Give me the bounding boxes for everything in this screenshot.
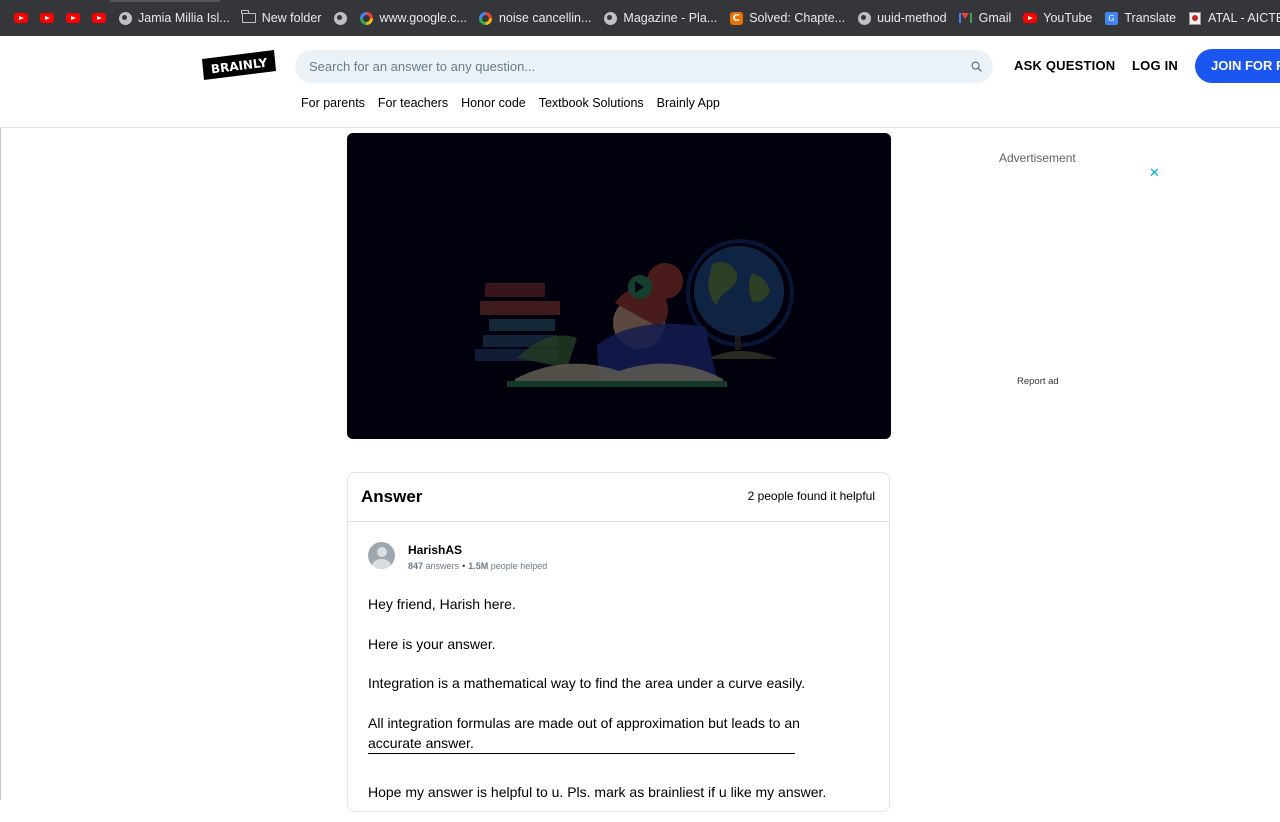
sub-navigation: For parents For teachers Honor code Text…	[301, 96, 720, 110]
nav-link-parents[interactable]: For parents	[301, 96, 365, 110]
answer-card: Answer 2 people found it helpful HarishA…	[347, 472, 890, 812]
google-icon	[359, 11, 373, 25]
search-bar[interactable]	[295, 50, 993, 83]
answers-label: answers	[425, 561, 460, 571]
bookmark-label: uuid-method	[877, 11, 947, 25]
youtube-icon	[92, 11, 106, 25]
atal-icon	[1188, 11, 1202, 25]
helped-label: people helped	[490, 561, 548, 571]
video-illustration	[347, 133, 891, 439]
ask-question-button[interactable]: ASK QUESTION	[1014, 58, 1115, 73]
bookmark-jamia[interactable]: Jamia Millia Isl...	[112, 4, 236, 32]
answer-paragraph: Here is your answer.	[368, 635, 496, 652]
nav-link-teachers[interactable]: For teachers	[378, 96, 448, 110]
answer-paragraph: Integration is a mathematical way to fin…	[368, 675, 806, 691]
answer-title: Answer	[361, 487, 423, 506]
bookmark-label: New folder	[261, 11, 322, 25]
bookmark-label: Translate	[1124, 11, 1177, 25]
translate-icon: G	[1104, 11, 1118, 25]
page-edge	[0, 128, 1, 800]
close-icon[interactable]: ✕	[1149, 166, 1160, 181]
bookmark-youtube[interactable]: YouTube	[1017, 4, 1098, 32]
video-player[interactable]	[347, 133, 891, 439]
answer-paragraph: Hey friend, Harish here.	[368, 596, 516, 612]
bookmark-youtube-1[interactable]	[8, 4, 34, 32]
bookmark-noise-cancelling[interactable]: noise cancellin...	[473, 4, 597, 32]
active-tab-edge	[110, 0, 220, 2]
bookmark-youtube-4[interactable]	[86, 4, 112, 32]
bookmark-label: YouTube	[1043, 11, 1093, 25]
separator-dot: •	[462, 561, 466, 571]
bookmark-globe[interactable]	[327, 4, 353, 32]
answer-card-header: Answer 2 people found it helpful	[348, 473, 889, 522]
login-button[interactable]: LOG IN	[1132, 58, 1178, 73]
youtube-icon	[40, 11, 54, 25]
globe-icon	[118, 11, 132, 25]
bookmark-youtube-3[interactable]	[60, 4, 86, 32]
answer-body: Hey friend, Harish here. Here is your an…	[368, 594, 848, 822]
bookmark-label: Jamia Millia Isl...	[138, 11, 230, 25]
bookmark-label: Solved: Chapte...	[749, 11, 846, 25]
google-icon	[479, 11, 493, 25]
nav-link-honor-code[interactable]: Honor code	[461, 96, 526, 110]
globe-icon	[857, 11, 871, 25]
bookmark-new-folder[interactable]: New folder	[236, 4, 328, 32]
bookmarks-bar: Jamia Millia Isl... New folder www.googl…	[0, 0, 1280, 36]
report-ad-link[interactable]: Report ad	[1017, 376, 1059, 387]
youtube-icon	[66, 11, 80, 25]
advertisement-label: Advertisement	[999, 151, 1076, 165]
gmail-icon	[959, 11, 973, 25]
search-input[interactable]	[309, 59, 949, 74]
nav-link-textbook-solutions[interactable]: Textbook Solutions	[539, 96, 644, 110]
bookmark-label: www.google.c...	[379, 11, 467, 25]
answerer-name[interactable]: HarishAS	[408, 543, 462, 557]
bookmark-uuid[interactable]: uuid-method	[851, 4, 953, 32]
brainly-logo[interactable]: BRAINLY	[202, 50, 276, 80]
helped-count: 1.5M	[468, 561, 489, 571]
bookmark-chegg[interactable]: C Solved: Chapte...	[723, 4, 851, 32]
bookmark-youtube-2[interactable]	[34, 4, 60, 32]
youtube-icon	[1023, 11, 1038, 25]
bookmark-gmail[interactable]: Gmail	[953, 4, 1018, 32]
answerer-stats: 847 answers • 1.5M people helped	[408, 561, 547, 571]
globe-icon	[333, 11, 347, 25]
helpful-count: 2 people found it helpful	[747, 489, 875, 503]
globe-icon	[603, 11, 617, 25]
bookmark-label: noise cancellin...	[498, 11, 592, 25]
bookmark-magazine[interactable]: Magazine - Pla...	[597, 4, 723, 32]
chegg-icon: C	[729, 11, 743, 25]
bookmark-label: ATAL - AICTE	[1208, 11, 1280, 25]
folder-icon	[241, 10, 256, 25]
answers-count: 847	[408, 561, 424, 571]
search-icon[interactable]	[971, 61, 982, 72]
horizontal-rule	[368, 753, 795, 754]
bookmark-google[interactable]: www.google.c...	[353, 4, 473, 32]
bookmark-label: Gmail	[978, 11, 1012, 25]
avatar[interactable]	[368, 542, 395, 569]
join-button[interactable]: JOIN FOR FREE	[1195, 49, 1280, 83]
answer-paragraph: All integration formulas are made out of…	[368, 714, 800, 751]
bookmark-label: Magazine - Pla...	[623, 11, 718, 25]
bookmark-atal[interactable]: ATAL - AICTE	[1182, 4, 1280, 32]
answer-paragraph: Hope my answer is helpful to u. Pls. mar…	[368, 784, 827, 800]
bookmark-translate[interactable]: G Translate	[1098, 4, 1182, 32]
nav-link-brainly-app[interactable]: Brainly App	[657, 96, 720, 110]
site-header: BRAINLY ASK QUESTION LOG IN JOIN FOR FRE…	[0, 36, 1280, 128]
youtube-icon	[14, 11, 28, 25]
